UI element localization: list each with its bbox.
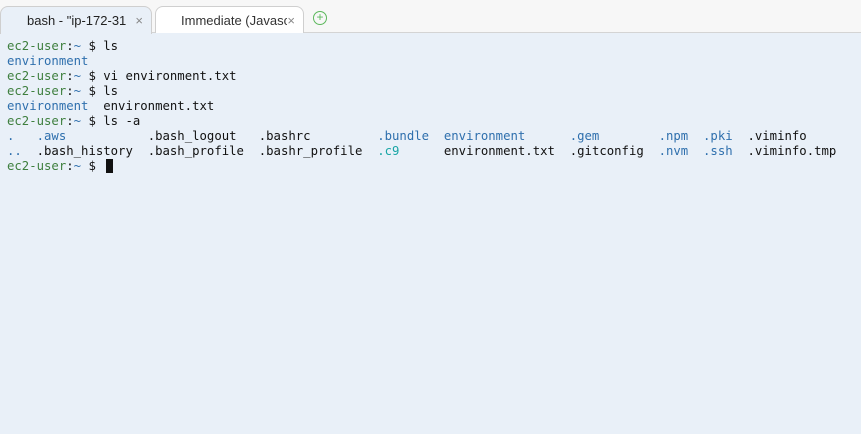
ls-output-row: . .aws .bash_logout .bashrc .bundle envi… xyxy=(7,129,861,144)
dir-entry: environment xyxy=(7,99,89,113)
tab-bar: bash - "ip-172-31 × Immediate (Javascrip… xyxy=(0,0,861,34)
command-text: ls xyxy=(103,84,119,98)
ls-spacer xyxy=(14,129,36,143)
ls-entry: .bash_logout xyxy=(147,129,237,143)
tab-immediate[interactable]: Immediate (Javascript × xyxy=(155,6,304,33)
prompt-user: ec2-user xyxy=(7,159,67,173)
tab-bash-label: bash - "ip-172-31 xyxy=(27,13,127,28)
ls-spacer xyxy=(688,144,703,158)
terminal-line: ec2-user:~ $ xyxy=(7,159,861,174)
ls-entry: .. xyxy=(7,144,22,158)
add-tab-icon[interactable]: + xyxy=(313,11,327,25)
ls-entry: .ssh xyxy=(703,144,733,158)
terminal-output[interactable]: ec2-user:~ $ ls environment ec2-user:~ $… xyxy=(0,33,861,434)
ls-entry: .aws xyxy=(36,129,67,143)
ls-spacer xyxy=(311,129,378,143)
ls-spacer xyxy=(688,129,703,143)
tab-immediate-label: Immediate (Javascript xyxy=(181,13,287,28)
ls-spacer xyxy=(644,144,659,158)
ls-spacer xyxy=(133,144,148,158)
ls-entry: environment.txt xyxy=(443,144,555,158)
ls-entry: .bundle xyxy=(377,129,430,143)
ls-entry: .bashrc xyxy=(258,129,311,143)
terminal-line: ec2-user:~ $ ls -a xyxy=(7,114,141,128)
ls-entry: .viminfo xyxy=(747,129,807,143)
command-text: vi environment.txt xyxy=(103,69,237,83)
ls-entry: .gitconfig xyxy=(569,144,644,158)
ls-entry: .viminfo.tmp xyxy=(747,144,837,158)
ls-entry: .c9 xyxy=(377,144,400,158)
dir-entry: environment xyxy=(7,54,89,68)
command-text: ls -a xyxy=(103,114,141,128)
terminal-line: ec2-user:~ $ ls xyxy=(7,84,119,98)
ls-spacer xyxy=(237,129,259,143)
ls-entry: .bash_history xyxy=(36,144,133,158)
prompt-path: ~ xyxy=(73,84,82,98)
ls-output-row: .. .bash_history .bash_profile .bashr_pr… xyxy=(7,144,861,159)
ls-entry: .bashr_profile xyxy=(258,144,363,158)
ls-entry: .npm xyxy=(658,129,689,143)
prompt-path: ~ xyxy=(73,159,82,173)
ls-entry: .gem xyxy=(569,129,600,143)
ls-entry: .nvm xyxy=(658,144,689,158)
terminal-line: environment xyxy=(7,54,861,69)
ls-entry: .pki xyxy=(703,129,733,143)
terminal-cursor xyxy=(106,159,114,173)
ls-spacer xyxy=(525,129,569,143)
prompt-path: ~ xyxy=(73,39,82,53)
ls-spacer xyxy=(399,144,443,158)
ls-entry: environment xyxy=(443,129,526,143)
ls-spacer xyxy=(429,129,444,143)
prompt-user: ec2-user xyxy=(7,84,67,98)
prompt-user: ec2-user xyxy=(7,69,67,83)
ls-spacer xyxy=(733,144,748,158)
terminal-line: ec2-user:~ $ vi environment.txt xyxy=(7,69,237,83)
ls-spacer xyxy=(555,144,570,158)
prompt-user: ec2-user xyxy=(7,39,67,53)
ls-spacer xyxy=(599,129,658,143)
prompt-path: ~ xyxy=(73,114,82,128)
close-icon[interactable]: × xyxy=(287,7,295,33)
prompt-path: ~ xyxy=(73,69,82,83)
ls-entry: .bash_profile xyxy=(147,144,244,158)
command-text: ls xyxy=(103,39,119,53)
file-entry: environment.txt xyxy=(88,99,215,113)
ls-spacer xyxy=(362,144,377,158)
prompt-user: ec2-user xyxy=(7,114,67,128)
ls-spacer xyxy=(22,144,37,158)
ls-spacer xyxy=(66,129,147,143)
terminal-line: environment environment.txt xyxy=(7,99,861,114)
ls-spacer xyxy=(733,129,748,143)
terminal-line: ec2-user:~ $ ls xyxy=(7,39,119,53)
tab-bash[interactable]: bash - "ip-172-31 × xyxy=(0,6,152,34)
ls-spacer xyxy=(244,144,259,158)
close-icon[interactable]: × xyxy=(135,7,143,34)
